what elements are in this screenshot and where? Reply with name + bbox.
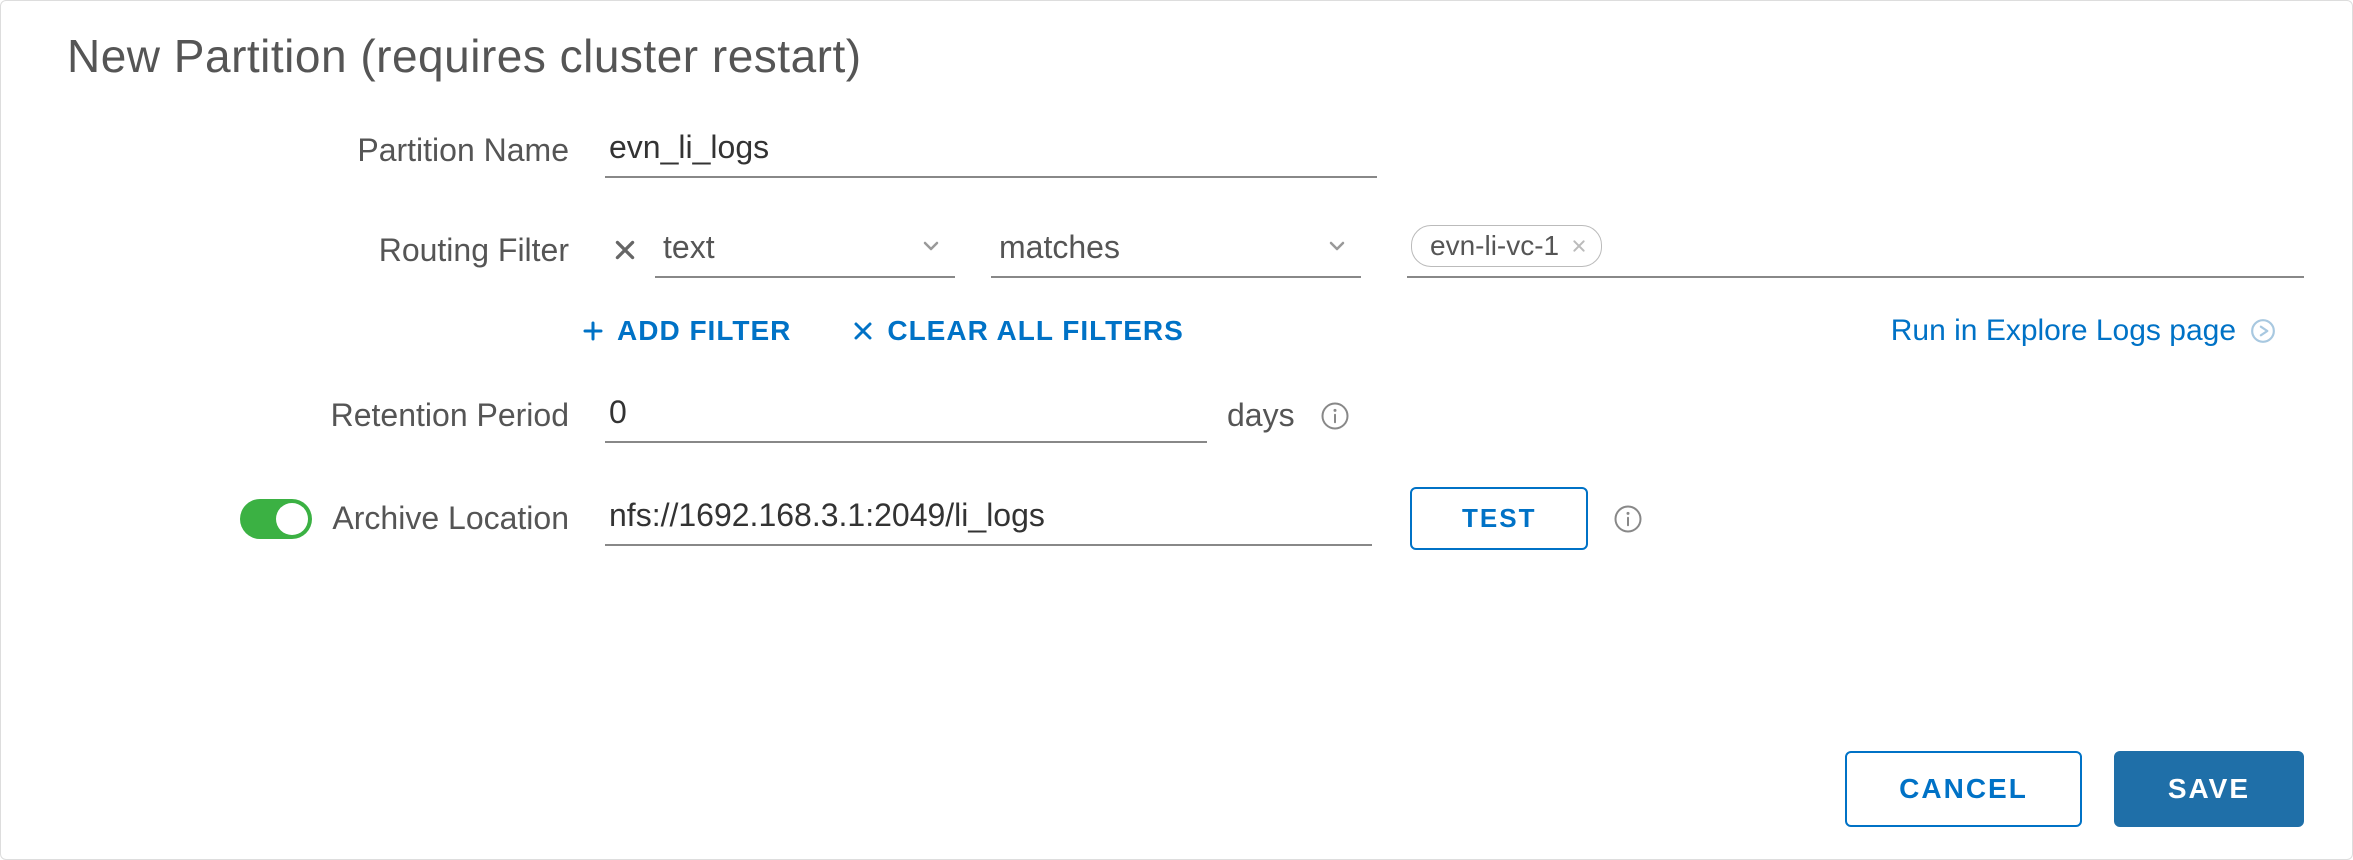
page-title: New Partition (requires cluster restart) (67, 29, 2304, 83)
row-archive-location: Archive Location TEST (49, 487, 2304, 550)
arrow-circle-icon (2250, 318, 2276, 344)
filter-actions-row: ADD FILTER CLEAR ALL FILTERS Run in Expl… (581, 314, 2276, 348)
archive-toggle[interactable] (240, 499, 312, 539)
label-partition-name: Partition Name (49, 132, 605, 169)
info-icon[interactable] (1612, 503, 1644, 535)
row-routing-filter: Routing Filter text matches evn-li-vc-1 (49, 222, 2304, 278)
filter-value-input[interactable]: evn-li-vc-1 (1407, 222, 2304, 278)
chevron-down-icon (919, 229, 943, 266)
remove-tag-icon[interactable] (1571, 238, 1587, 254)
test-button[interactable]: TEST (1410, 487, 1588, 550)
filter-operator-select[interactable]: matches (991, 223, 1361, 278)
run-in-explore-link[interactable]: Run in Explore Logs page (1891, 314, 2276, 348)
cancel-button[interactable]: CANCEL (1845, 751, 2082, 827)
clear-filters-label: CLEAR ALL FILTERS (887, 315, 1183, 347)
filter-tag-label: evn-li-vc-1 (1430, 230, 1559, 262)
label-routing-filter: Routing Filter (49, 232, 605, 269)
row-partition-name: Partition Name (49, 123, 2304, 178)
row-retention-period: Retention Period days (49, 388, 2304, 443)
filter-field-select[interactable]: text (655, 223, 955, 278)
save-button[interactable]: SAVE (2114, 751, 2304, 827)
info-icon[interactable] (1319, 400, 1351, 432)
label-retention-period: Retention Period (49, 397, 605, 434)
filter-tag[interactable]: evn-li-vc-1 (1411, 225, 1602, 267)
retention-units: days (1227, 397, 1295, 434)
filter-field-value: text (663, 229, 715, 266)
archive-location-input[interactable] (605, 491, 1372, 546)
clear-filters-button[interactable]: CLEAR ALL FILTERS (851, 315, 1183, 347)
add-filter-label: ADD FILTER (617, 315, 791, 347)
chevron-down-icon (1325, 229, 1349, 266)
partition-name-input[interactable] (605, 123, 1377, 178)
new-partition-panel: New Partition (requires cluster restart)… (0, 0, 2353, 860)
filter-operator-value: matches (999, 229, 1120, 266)
add-filter-button[interactable]: ADD FILTER (581, 315, 791, 347)
label-archive-location: Archive Location (332, 500, 569, 537)
retention-period-input[interactable] (605, 388, 1207, 443)
remove-filter-icon[interactable] (605, 237, 645, 263)
dialog-footer: CANCEL SAVE (1845, 751, 2304, 827)
run-in-explore-label: Run in Explore Logs page (1891, 314, 2236, 348)
